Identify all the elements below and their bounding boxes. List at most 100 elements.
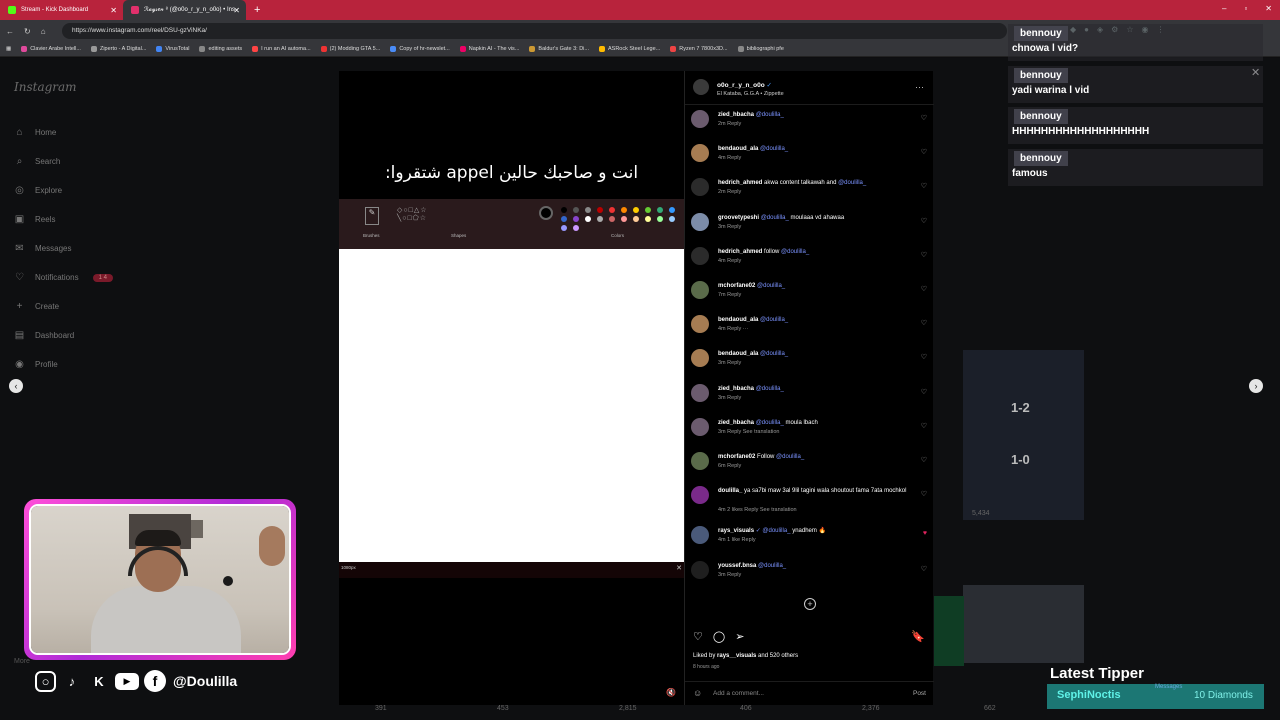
url-field[interactable]: https://www.instagram.com/reel/DSU-gzViN… bbox=[62, 23, 1007, 39]
nav-item-profile[interactable]: ◉ Profile bbox=[14, 350, 113, 379]
comment-mention[interactable]: @doulilla_ bbox=[760, 317, 788, 323]
bookmark-item[interactable]: Ryzen 7 7800x3D... bbox=[670, 46, 728, 52]
liked-by-user[interactable]: rays__visuals bbox=[717, 653, 756, 659]
author-username[interactable]: o0o_r_y_n_o0o ✓ bbox=[717, 81, 772, 89]
comment-mention[interactable]: @doulilla_ bbox=[760, 146, 788, 152]
video-progress[interactable]: 1080px ✕ bbox=[339, 562, 684, 578]
comment-mention[interactable]: @doulilla_ bbox=[761, 215, 789, 221]
commenter-avatar[interactable] bbox=[691, 452, 709, 470]
commenter-avatar[interactable] bbox=[691, 281, 709, 299]
nav-item-home[interactable]: ⌂ Home bbox=[14, 118, 113, 147]
nav-item-messages[interactable]: ✉ Messages bbox=[14, 234, 113, 263]
post-comment-button[interactable]: Post bbox=[913, 690, 926, 697]
comment-like-icon[interactable]: ♡ bbox=[921, 353, 927, 361]
nav-item-create[interactable]: + Create bbox=[14, 292, 113, 321]
bookmark-item[interactable]: Copy of hr-newslet... bbox=[390, 46, 450, 52]
comment-meta[interactable]: 4m Reply bbox=[718, 155, 741, 161]
comment-mention[interactable]: @doulilla_ bbox=[776, 454, 804, 460]
new-tab-button[interactable]: + bbox=[254, 4, 260, 16]
comment-mention[interactable]: @doulilla_ bbox=[760, 351, 788, 357]
tab-close-icon[interactable]: ✕ bbox=[110, 6, 117, 15]
load-more-comments-icon[interactable]: + bbox=[804, 598, 816, 610]
comment-username[interactable]: mchorfane02 bbox=[718, 283, 755, 289]
nav-item-dashboard[interactable]: ▤ Dashboard bbox=[14, 321, 113, 350]
comment-mention[interactable]: @doulilla_ bbox=[758, 563, 786, 569]
maximize-icon[interactable]: ▫ bbox=[1244, 4, 1247, 13]
bookmark-item[interactable]: (2) Modding GTA 5... bbox=[320, 46, 380, 52]
commenter-avatar[interactable] bbox=[691, 178, 709, 197]
comment-mention[interactable]: @doulilla_ bbox=[756, 112, 784, 118]
reel-video[interactable]: انت و صاحبك حالين appel شتقروا: Brushes … bbox=[339, 71, 684, 705]
bookmark-item[interactable]: Ziperto - A Digital... bbox=[90, 46, 146, 52]
comment-like-icon[interactable]: ♡ bbox=[921, 182, 927, 190]
comment-username[interactable]: hedrich_ahmed bbox=[718, 249, 762, 255]
commenter-avatar[interactable] bbox=[691, 110, 709, 128]
bookmark-item[interactable]: Napkin AI - The vis... bbox=[459, 46, 519, 52]
comment-username[interactable]: doulilla_ bbox=[718, 488, 742, 494]
comment-mention[interactable]: ✓ @doulilla_ bbox=[756, 528, 791, 534]
comment-username[interactable]: hedrich_ahmed bbox=[718, 180, 762, 186]
comment-username[interactable]: youssef.bnsa bbox=[718, 563, 756, 569]
back-icon[interactable]: ← bbox=[6, 27, 14, 36]
bookmark-item[interactable]: Baldur's Gate 3: Di... bbox=[529, 46, 589, 52]
emoji-icon[interactable]: ☺ bbox=[693, 688, 702, 698]
comment-username[interactable]: zied_hbacha bbox=[718, 112, 754, 118]
comment-username[interactable]: bendaoud_ala bbox=[718, 351, 758, 357]
comment-icon[interactable]: ◯ bbox=[713, 630, 725, 643]
nav-item-notifications[interactable]: ♡ Notifications 1 4 bbox=[14, 263, 113, 292]
background-reel-thumbnail[interactable]: 1-2 1-0 bbox=[963, 350, 1084, 520]
comment-mention[interactable]: @doulilla_ bbox=[838, 180, 866, 186]
commenter-avatar[interactable] bbox=[691, 144, 709, 163]
author-avatar[interactable] bbox=[693, 79, 709, 95]
tab-kick-dashboard[interactable]: Stream - Kick Dashboard ✕ bbox=[0, 0, 123, 20]
close-window-icon[interactable]: ✕ bbox=[1265, 4, 1272, 13]
comment-meta[interactable]: 2m Reply bbox=[718, 189, 741, 195]
commenter-avatar[interactable] bbox=[691, 315, 709, 334]
more-options-icon[interactable]: ··· bbox=[915, 82, 924, 92]
comment-like-icon[interactable]: ♡ bbox=[921, 565, 927, 573]
comment-username[interactable]: groovetypeshi bbox=[718, 215, 759, 221]
bookmark-item[interactable]: VirusTotal bbox=[156, 46, 189, 52]
comment-like-icon[interactable]: ♡ bbox=[921, 456, 927, 464]
bookmark-item[interactable]: ASRock Steel Lege... bbox=[598, 46, 660, 52]
comment-username[interactable]: rays_visuals bbox=[718, 528, 754, 534]
instagram-logo[interactable]: Instagram bbox=[14, 80, 77, 94]
background-reel-thumbnail[interactable] bbox=[963, 585, 1084, 663]
save-icon[interactable]: 🔖 bbox=[911, 630, 925, 643]
comment-like-icon[interactable]: ♡ bbox=[921, 285, 927, 293]
commenter-avatar[interactable] bbox=[691, 212, 709, 231]
comment-like-icon[interactable]: ♡ bbox=[921, 422, 927, 430]
comment-like-icon[interactable]: ♡ bbox=[921, 114, 927, 122]
comment-mention[interactable]: @doulilla_ bbox=[756, 420, 784, 426]
comment-meta[interactable]: 3m Reply See translation bbox=[718, 429, 779, 435]
nav-more[interactable]: More bbox=[14, 658, 30, 665]
comment-mention[interactable]: @doulilla_ bbox=[781, 249, 809, 255]
comment-username[interactable]: mchorfane02 bbox=[718, 454, 755, 460]
comment-like-icon[interactable]: ♡ bbox=[921, 251, 927, 259]
comment-like-icon[interactable]: ♡ bbox=[921, 148, 927, 156]
tab-close-icon[interactable]: ✕ bbox=[233, 6, 240, 15]
comment-username[interactable]: bendaoud_ala bbox=[718, 146, 758, 152]
comment-meta[interactable]: 7m Reply bbox=[718, 292, 741, 298]
comment-like-icon[interactable]: ♥ bbox=[923, 530, 927, 537]
commenter-avatar[interactable] bbox=[691, 486, 709, 505]
comment-username[interactable]: bendaoud_ala bbox=[718, 317, 758, 323]
commenter-avatar[interactable] bbox=[691, 349, 709, 368]
commenter-avatar[interactable] bbox=[691, 560, 709, 579]
comment-like-icon[interactable]: ♡ bbox=[921, 319, 927, 327]
comment-username[interactable]: zied_hbacha bbox=[718, 420, 754, 426]
bookmark-item[interactable]: Clavier Arabe Intell... bbox=[21, 46, 81, 52]
comment-mention[interactable]: @doulilla_ bbox=[756, 386, 784, 392]
reload-icon[interactable]: ↻ bbox=[24, 27, 31, 36]
nav-item-reels[interactable]: ▣ Reels bbox=[14, 205, 113, 234]
comment-meta[interactable]: 3m Reply bbox=[718, 224, 741, 230]
comment-meta[interactable]: 3m Reply bbox=[718, 360, 741, 366]
nav-item-search[interactable]: ⌕ Search bbox=[14, 147, 113, 176]
mute-icon[interactable]: 🔇 bbox=[666, 688, 676, 697]
comment-meta[interactable]: 4m 2 likes Reply See translation bbox=[718, 507, 797, 513]
previous-reel-button[interactable]: ‹ bbox=[9, 379, 23, 393]
comment-meta[interactable]: 3m Reply bbox=[718, 395, 741, 401]
minimize-icon[interactable]: – bbox=[1222, 4, 1226, 13]
comment-like-icon[interactable]: ♡ bbox=[921, 388, 927, 396]
comment-like-icon[interactable]: ♡ bbox=[921, 490, 927, 498]
